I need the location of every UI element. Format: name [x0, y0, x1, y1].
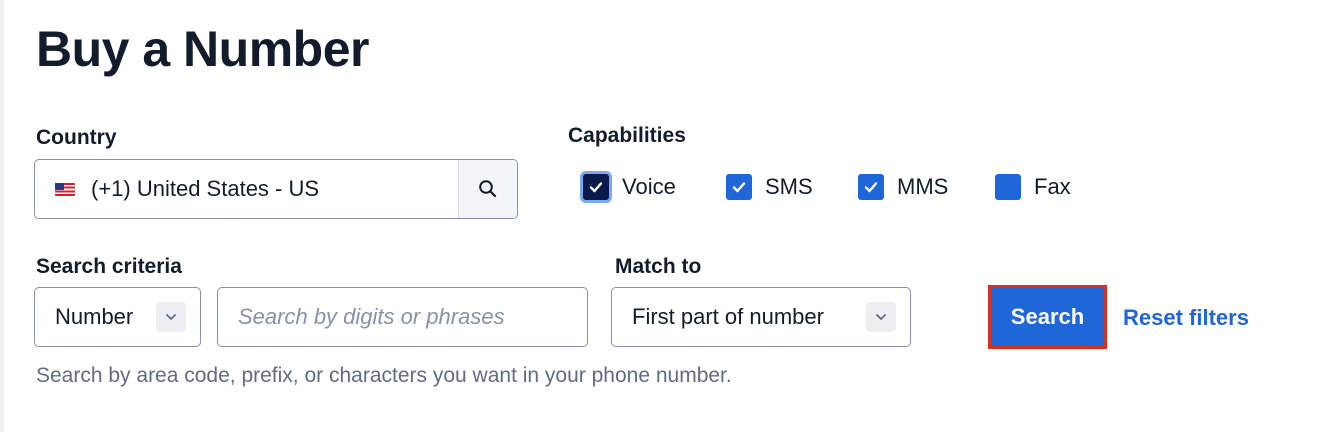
- chevron-down-icon: [866, 302, 896, 332]
- voice-checkbox[interactable]: [583, 174, 609, 200]
- country-search-button[interactable]: [458, 160, 517, 218]
- capability-voice[interactable]: Voice: [583, 172, 676, 202]
- capabilities-label: Capabilities: [568, 124, 686, 147]
- mms-checkbox[interactable]: [858, 174, 884, 200]
- buy-number-page: Buy a Number Country (+1) United States …: [0, 0, 1340, 432]
- fax-label: Fax: [1034, 174, 1071, 199]
- country-label: Country: [36, 126, 117, 149]
- mms-label: MMS: [897, 174, 949, 199]
- checkmark-icon: [864, 182, 878, 193]
- search-button[interactable]: Search: [988, 285, 1107, 349]
- chevron-down-icon: [156, 302, 186, 332]
- capability-mms[interactable]: MMS: [858, 172, 948, 202]
- country-value: (+1) United States - US: [91, 176, 320, 201]
- capability-sms[interactable]: SMS: [726, 172, 813, 202]
- help-text: Search by area code, prefix, or characte…: [36, 364, 732, 387]
- sms-label: SMS: [765, 174, 813, 199]
- country-combobox[interactable]: (+1) United States - US: [34, 159, 518, 219]
- capability-fax[interactable]: Fax: [995, 172, 1071, 202]
- us-flag-icon: [55, 182, 75, 196]
- search-criteria-label: Search criteria: [36, 255, 182, 278]
- match-to-select[interactable]: First part of number: [611, 287, 911, 347]
- search-digits-placeholder: Search by digits or phrases: [238, 304, 505, 329]
- search-criteria-select[interactable]: Number: [34, 287, 201, 347]
- fax-checkbox[interactable]: [995, 174, 1021, 200]
- checkmark-icon: [589, 182, 603, 193]
- match-to-value: First part of number: [632, 304, 824, 329]
- search-digits-input[interactable]: Search by digits or phrases: [217, 287, 588, 347]
- page-title: Buy a Number: [36, 21, 369, 77]
- search-criteria-value: Number: [55, 304, 134, 329]
- reset-filters-link[interactable]: Reset filters: [1123, 303, 1249, 333]
- sms-checkbox[interactable]: [726, 174, 752, 200]
- match-to-label: Match to: [615, 255, 702, 278]
- voice-label: Voice: [622, 174, 676, 199]
- checkmark-icon: [732, 182, 746, 193]
- search-icon: [479, 180, 497, 198]
